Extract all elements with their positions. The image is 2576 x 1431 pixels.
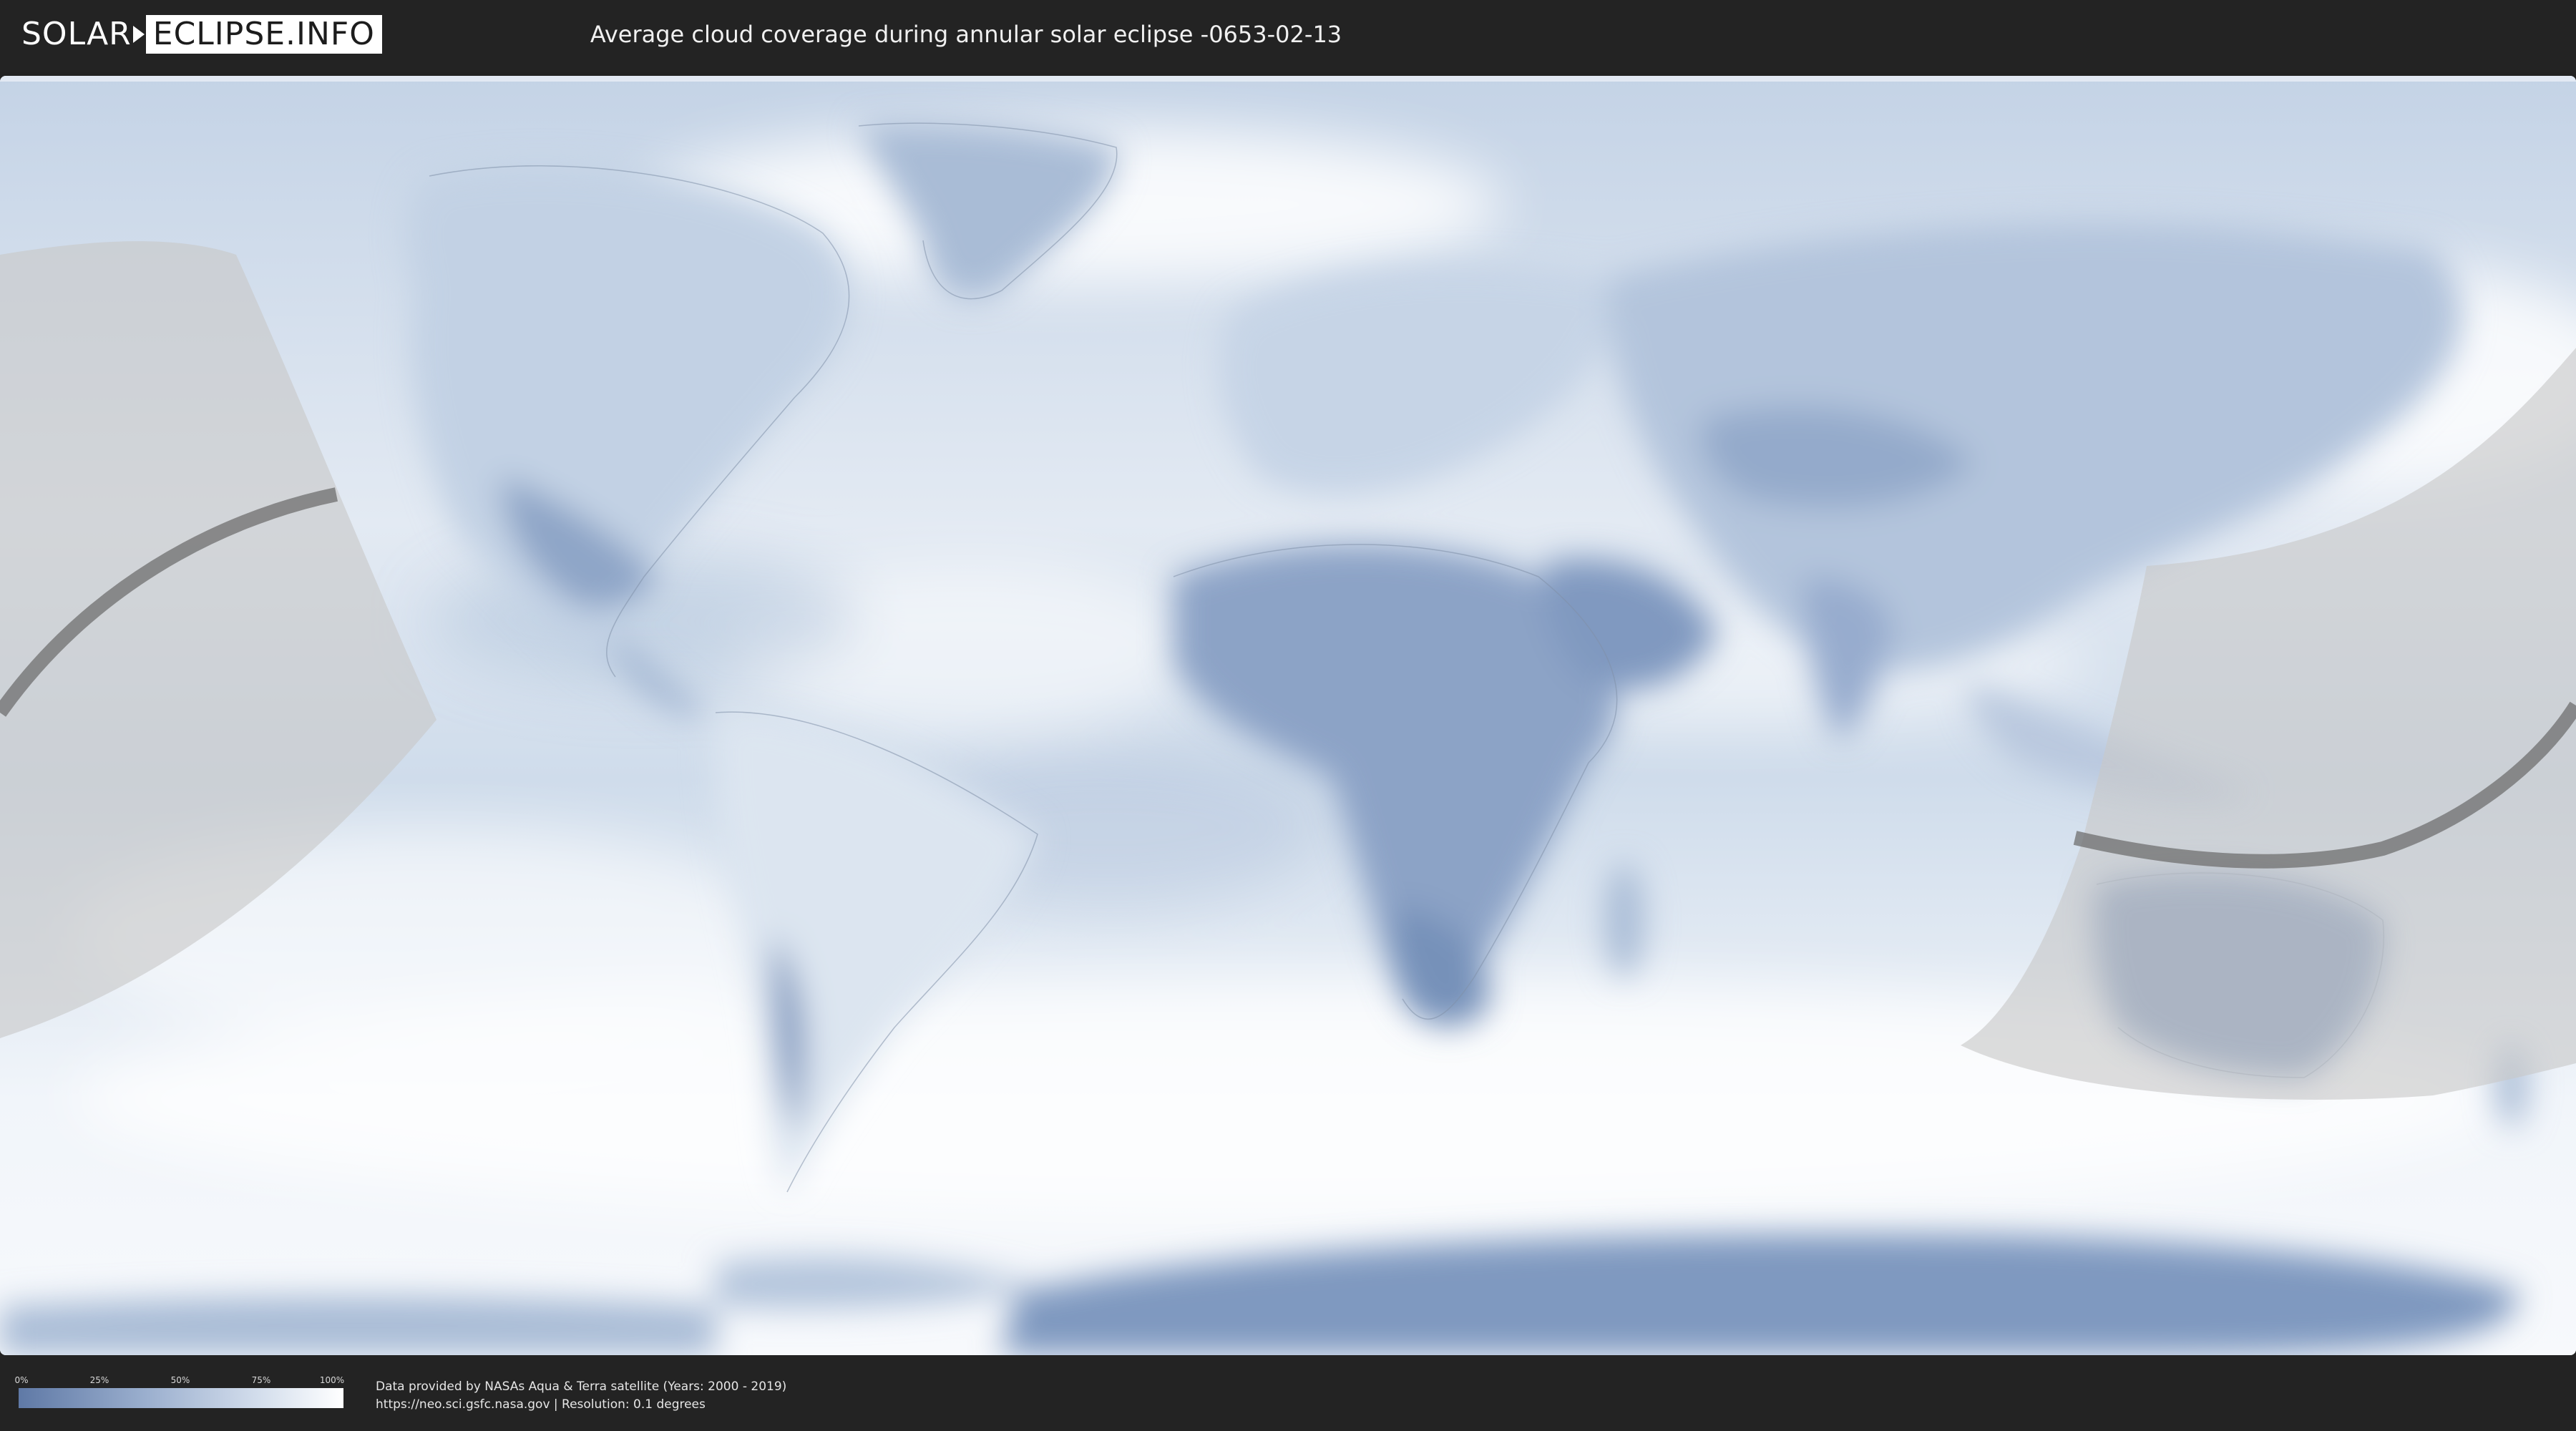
legend-tick-50: 50% [170,1375,190,1385]
header-bar: SOLAR ECLIPSE.INFO Average cloud coverag… [0,0,2576,72]
legend-tick-100: 100% [319,1375,345,1385]
cloud-map [0,76,2576,1355]
legend-tick-25: 25% [89,1375,109,1385]
legend-tick-0: 0% [14,1375,29,1385]
source-url-line[interactable]: https://neo.sci.gsfc.nasa.gov | Resoluti… [376,1396,786,1414]
cloud-cover-legend: 0% 25% 50% 75% 100% [14,1375,345,1408]
data-source: Data provided by NASAs Aqua & Terra sate… [376,1378,786,1414]
page-title: Average cloud coverage during annular so… [590,21,1342,48]
source-line: Data provided by NASAs Aqua & Terra sate… [376,1379,787,1394]
legend-color-bar [19,1388,343,1408]
legend-tick-75: 75% [251,1375,271,1385]
legend-ticks: 0% 25% 50% 75% 100% [14,1375,345,1387]
world-map-svg [0,76,2576,1355]
